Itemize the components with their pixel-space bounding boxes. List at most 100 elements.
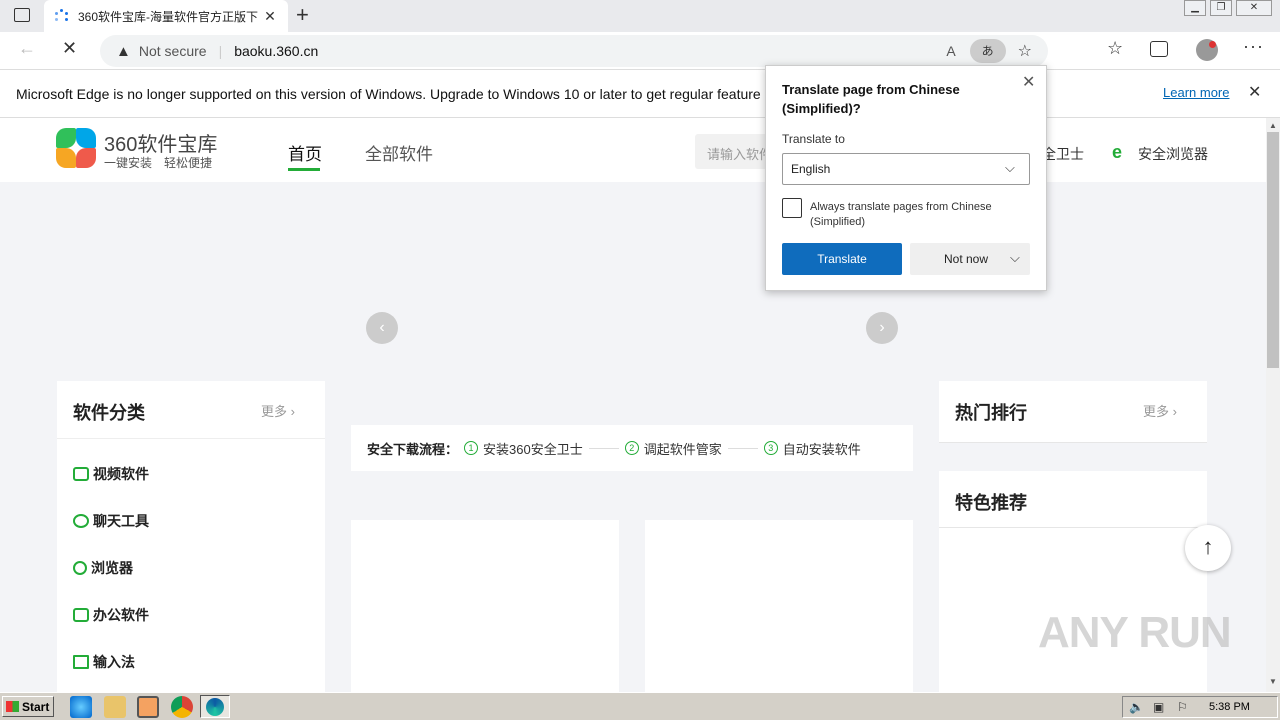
chevron-right-icon: › [290, 404, 295, 419]
category-label: 输入法 [93, 653, 135, 670]
software-card[interactable] [645, 520, 913, 692]
download-steps-label: 安全下载流程： [367, 441, 459, 457]
stop-loading-icon[interactable]: ✕ [62, 38, 77, 59]
ie-icon[interactable] [70, 696, 92, 718]
url-text[interactable]: baoku.360.cn [234, 43, 318, 59]
category-label: 聊天工具 [93, 512, 149, 529]
site-header: 360软件宝库 一键安装 轻松便捷 首页 全部软件 请输入软件 全卫士 e 安全… [0, 118, 1266, 182]
add-favorite-icon[interactable]: ☆ [1018, 41, 1032, 61]
step-number: 2 [624, 441, 639, 455]
chat-icon [73, 513, 89, 528]
category-item[interactable]: 输入法 [73, 638, 149, 685]
clock[interactable]: 5:38 PM [1209, 701, 1250, 713]
browser-tab[interactable]: 360软件宝库-海量软件官方正版下 ✕ [44, 0, 288, 32]
edge-icon [206, 698, 224, 716]
read-aloud-icon[interactable]: A [946, 43, 955, 59]
learn-more-link[interactable]: Learn more [1163, 85, 1229, 100]
carousel-prev-icon[interactable]: ‹ [366, 312, 398, 344]
logo-title[interactable]: 360软件宝库 [104, 128, 217, 157]
secure-browser-link[interactable]: 安全浏览器 [1138, 144, 1208, 164]
translate-button[interactable]: Translate [782, 243, 902, 275]
hot-ranking-more-link[interactable]: 更多 › [1143, 401, 1177, 420]
category-item[interactable]: 浏览器 [73, 544, 149, 591]
omnibox[interactable]: ▲ Not secure | baoku.360.cn A あ ☆ [100, 35, 1048, 67]
briefcase-icon [73, 607, 89, 622]
new-tab-icon[interactable]: + [296, 4, 309, 26]
scrollbar-thumb[interactable] [1267, 132, 1279, 368]
flag-icon[interactable]: ⚐ [1177, 700, 1188, 714]
nav-home[interactable]: 首页 [288, 140, 322, 165]
video-icon [73, 466, 89, 481]
vertical-scrollbar[interactable]: ▲ ▼ [1266, 118, 1280, 692]
hot-ranking-title: 热门排行 [955, 403, 1027, 423]
browser-icon [73, 560, 87, 575]
translate-icon[interactable]: あ [969, 39, 1006, 63]
edge-taskbar-button[interactable] [200, 695, 230, 718]
category-more-link[interactable]: 更多 › [261, 401, 295, 420]
explorer-folder-icon[interactable] [104, 696, 126, 718]
translate-popup-title: Translate page from Chinese (Simplified)… [782, 82, 960, 116]
not-now-label: Not now [944, 252, 989, 266]
search-placeholder: 请输入软件 [707, 147, 773, 162]
collections-icon[interactable] [1150, 41, 1168, 57]
windows-taskbar: Start 🔈 ▣ ⚐ 5:38 PM [0, 692, 1280, 720]
start-button[interactable]: Start [2, 696, 54, 717]
language-select[interactable]: English ⌵ [782, 153, 1030, 185]
category-label: 浏览器 [91, 559, 133, 576]
nav-all-software[interactable]: 全部软件 [365, 140, 433, 165]
more-menu-icon[interactable]: ··· [1243, 36, 1264, 57]
download-steps-bar: 安全下载流程： 1 安装360安全卫士 2 调起软件管家 3 自动安装软件 [351, 425, 913, 471]
favorites-icon[interactable]: ☆ [1107, 38, 1123, 59]
chevron-down-icon[interactable]: ⌵ [1010, 250, 1020, 266]
security-guard-link[interactable]: 全卫士 [1042, 144, 1084, 164]
close-tab-icon[interactable]: ✕ [262, 8, 278, 25]
360-logo-icon[interactable] [56, 128, 96, 168]
category-label: 办公软件 [93, 606, 149, 623]
tab-actions-icon[interactable] [14, 8, 30, 22]
chrome-icon[interactable] [171, 696, 193, 718]
featured-title: 特色推荐 [955, 493, 1027, 513]
step-number: 3 [763, 441, 778, 455]
scroll-up-icon[interactable]: ▲ [1269, 121, 1277, 130]
category-more-label: 更多 [261, 404, 288, 419]
volume-icon[interactable]: 🔈 [1129, 700, 1144, 714]
web-page: 360软件宝库 一键安装 轻松便捷 首页 全部软件 请输入软件 全卫士 e 安全… [0, 118, 1266, 692]
always-translate-checkbox[interactable] [782, 198, 802, 218]
media-player-icon[interactable] [137, 696, 159, 718]
keyboard-icon [73, 654, 89, 669]
scroll-down-icon[interactable]: ▼ [1269, 677, 1277, 686]
always-translate-label: Always translate pages from Chinese (Sim… [810, 201, 992, 228]
category-item[interactable]: 聊天工具 [73, 497, 149, 544]
step-number: 1 [464, 441, 479, 455]
minimize-icon[interactable]: ▁ [1184, 0, 1206, 16]
translate-to-label: Translate to [782, 132, 845, 146]
software-card[interactable] [351, 520, 619, 692]
category-item[interactable]: 视频软件 [73, 450, 149, 497]
back-icon[interactable]: ← [18, 38, 36, 59]
step-text: 调起软件管家 [643, 441, 722, 457]
category-label: 视频软件 [93, 465, 149, 482]
chevron-right-icon: › [1172, 404, 1177, 419]
tab-title: 360软件宝库-海量软件官方正版下 [78, 9, 259, 24]
category-item[interactable]: 办公软件 [73, 591, 149, 638]
warning-icon: ▲ [116, 42, 131, 60]
network-icon[interactable]: ▣ [1153, 700, 1164, 714]
back-to-top-icon[interactable]: ↑ [1185, 525, 1231, 571]
language-selected-value: English [791, 162, 831, 176]
close-infobar-icon[interactable]: ✕ [1248, 82, 1261, 102]
category-panel: 软件分类 更多 › 视频软件 聊天工具 浏览器 办公软件 输入法 [57, 381, 325, 692]
security-label[interactable]: Not secure [139, 43, 207, 59]
tab-bar: 360软件宝库-海量软件官方正版下 ✕ + ▁ ❐ ✕ [0, 0, 1280, 32]
chevron-down-icon: ⌵ [1005, 160, 1015, 175]
close-window-icon[interactable]: ✕ [1236, 0, 1272, 16]
not-now-button[interactable]: Not now ⌵ [910, 243, 1030, 275]
start-label: Start [22, 699, 50, 714]
close-popup-icon[interactable]: ✕ [1022, 72, 1035, 92]
logo-subtitle: 一键安装 轻松便捷 [104, 156, 213, 170]
step-text: 安装360安全卫士 [483, 441, 583, 457]
translate-popup: Translate page from Chinese (Simplified)… [765, 65, 1047, 291]
featured-panel: 特色推荐 [939, 471, 1207, 692]
profile-avatar[interactable] [1196, 39, 1218, 61]
carousel-next-icon[interactable]: › [866, 312, 898, 344]
restore-icon[interactable]: ❐ [1210, 0, 1232, 16]
